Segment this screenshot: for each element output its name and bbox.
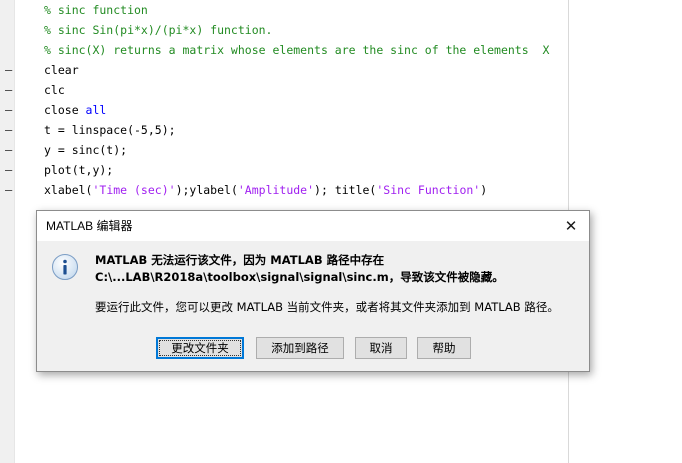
code-line[interactable]: – xlabel('Time (sec)');ylabel('Amplitude'… [0,180,568,200]
focus-ring [159,340,241,356]
code-line[interactable]: – close all [0,100,568,120]
breakpoint-marker[interactable]: – [5,160,13,180]
code-token: % sinc function [44,3,148,17]
message-line-2: C:\...LAB\R2018a\toolbox\signal\signal\s… [95,270,504,284]
code-token: close [44,103,86,117]
cancel-button[interactable]: 取消 [355,337,407,359]
code-text[interactable]: t = linspace(-5,5); [44,120,176,140]
code-text[interactable]: xlabel('Time (sec)');ylabel('Amplitude')… [44,180,487,200]
code-line[interactable]: % sinc Sin(pi*x)/(pi*x) function. [0,20,568,40]
code-line[interactable]: – clc [0,80,568,100]
breakpoint-marker[interactable]: – [5,120,13,140]
code-token: % sinc(X) returns a matrix whose element… [44,43,550,57]
code-token: y = sinc(t); [44,143,128,157]
breakpoint-marker[interactable]: – [5,180,13,200]
matlab-editor-dialog: MATLAB 编辑器 ✕ MATLAB 无法运行该文件，因为 MATLAB 路径… [36,210,590,372]
code-token: ) [480,183,488,197]
code-token: plot(t,y); [44,163,114,177]
cancel-label: 取消 [369,341,393,355]
change-folder-button[interactable]: 更改文件夹 [156,337,244,359]
code-text[interactable]: clc [44,80,65,100]
code-token: 'Amplitude' [237,183,315,197]
info-icon [52,254,78,280]
code-line[interactable]: – t = linspace(-5,5); [0,120,568,140]
code-token: ); title( [314,183,377,197]
code-token: xlabel( [44,183,93,197]
code-token: 'Time (sec)' [92,183,176,197]
code-text[interactable]: clear [44,60,79,80]
help-button[interactable]: 帮助 [417,337,471,359]
code-line[interactable]: – plot(t,y); [0,160,568,180]
code-token: % sinc Sin(pi*x)/(pi*x) function. [44,23,273,37]
message-line-3: 要运行此文件，您可以更改 MATLAB 当前文件夹，或者将其文件夹添加到 MAT… [95,300,559,314]
breakpoint-marker[interactable]: – [5,140,13,160]
message-line-1: MATLAB 无法运行该文件，因为 MATLAB 路径中存在 [95,253,385,267]
dialog-titlebar[interactable]: MATLAB 编辑器 ✕ [37,211,589,241]
code-text[interactable]: % sinc(X) returns a matrix whose element… [44,40,549,60]
code-text[interactable]: y = sinc(t); [44,140,127,160]
code-text[interactable]: close all [44,100,106,120]
code-token: 'Sinc Function' [376,183,481,197]
breakpoint-marker[interactable]: – [5,100,13,120]
breakpoint-marker[interactable]: – [5,80,13,100]
breakpoint-marker[interactable]: – [5,60,13,80]
add-to-path-label: 添加到路径 [271,341,329,355]
code-token: all [85,103,107,117]
code-text[interactable]: % sinc Sin(pi*x)/(pi*x) function. [44,20,272,40]
code-line[interactable]: – clear [0,60,568,80]
code-line[interactable]: – y = sinc(t); [0,140,568,160]
dialog-title: MATLAB 编辑器 [46,219,133,233]
code-line[interactable]: % sinc function [0,0,568,20]
code-line[interactable]: % sinc(X) returns a matrix whose element… [0,40,568,60]
code-token: clear [44,63,79,77]
code-token: );ylabel( [175,183,238,197]
code-token: t = linspace(-5,5); [44,123,176,137]
code-text[interactable]: plot(t,y); [44,160,113,180]
close-icon[interactable]: ✕ [561,216,581,236]
help-label: 帮助 [432,341,456,355]
code-token: clc [44,83,65,97]
code-text[interactable]: % sinc function [44,0,148,20]
add-to-path-button[interactable]: 添加到路径 [256,337,344,359]
